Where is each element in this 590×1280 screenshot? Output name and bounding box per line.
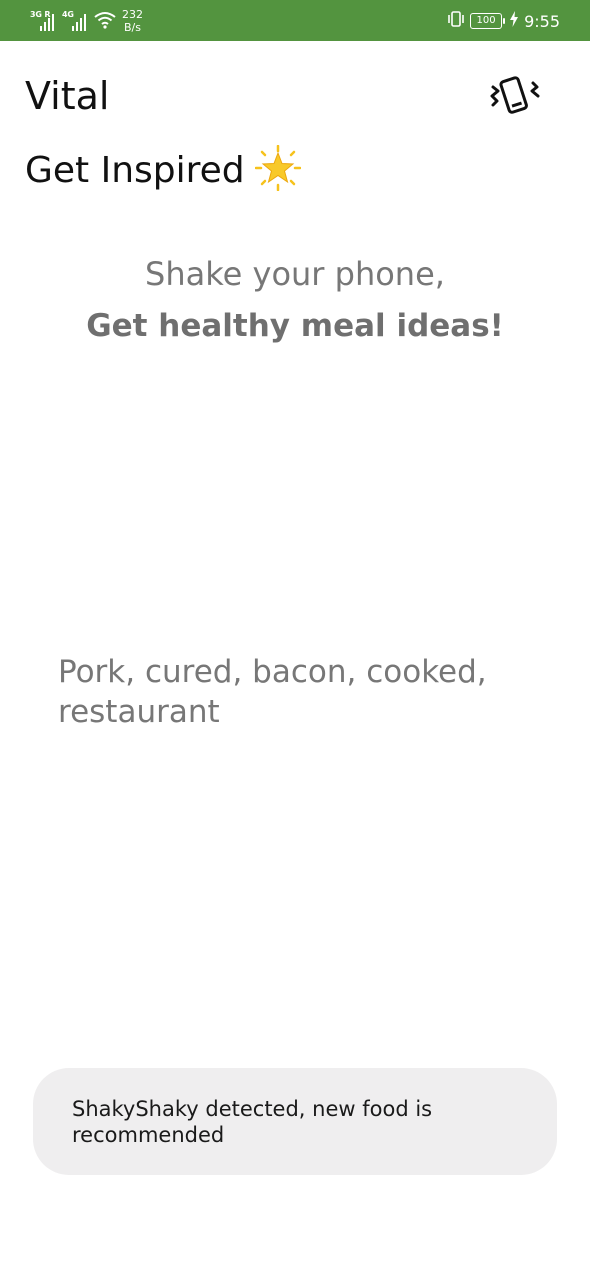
toast-message: ShakyShaky detected, new food is recomme… bbox=[33, 1068, 557, 1175]
charging-icon bbox=[510, 10, 519, 32]
shake-phone-button[interactable] bbox=[483, 70, 545, 122]
section-heading-text: Get Inspired bbox=[25, 150, 245, 191]
status-time: 9:55 bbox=[524, 11, 560, 31]
network-speed-value: 232 bbox=[122, 8, 143, 21]
wifi-icon bbox=[94, 11, 116, 34]
status-bar: 3G R 4G 232 B/s 100 9:55 bbox=[0, 0, 590, 41]
toast-text: ShakyShaky detected, new food is recomme… bbox=[72, 1097, 433, 1147]
battery-icon: 100 bbox=[470, 13, 506, 29]
recommended-food-name: Pork, cured, bacon, cooked, restaurant bbox=[58, 654, 487, 730]
sim1-label: 3G R bbox=[30, 10, 51, 19]
shake-prompt-line1: Shake your phone, bbox=[145, 255, 445, 293]
status-right: 100 9:55 bbox=[446, 8, 560, 34]
vibrate-icon bbox=[446, 10, 466, 33]
sim1-signal-icon: 3G R bbox=[30, 10, 54, 31]
sim2-signal-icon: 4G bbox=[62, 10, 86, 31]
section-heading: Get Inspired bbox=[25, 144, 301, 196]
status-left: 3G R 4G 232 B/s bbox=[30, 6, 143, 36]
battery-level: 100 bbox=[476, 15, 496, 26]
sim2-label: 4G bbox=[62, 10, 74, 19]
app-title: Vital bbox=[25, 74, 110, 118]
phone-shake-icon bbox=[490, 76, 540, 114]
network-speed-unit: B/s bbox=[124, 21, 141, 34]
network-speed: 232 B/s bbox=[122, 8, 143, 34]
star-emoji-icon bbox=[254, 144, 301, 196]
shake-prompt-line2: Get healthy meal ideas! bbox=[86, 308, 504, 344]
